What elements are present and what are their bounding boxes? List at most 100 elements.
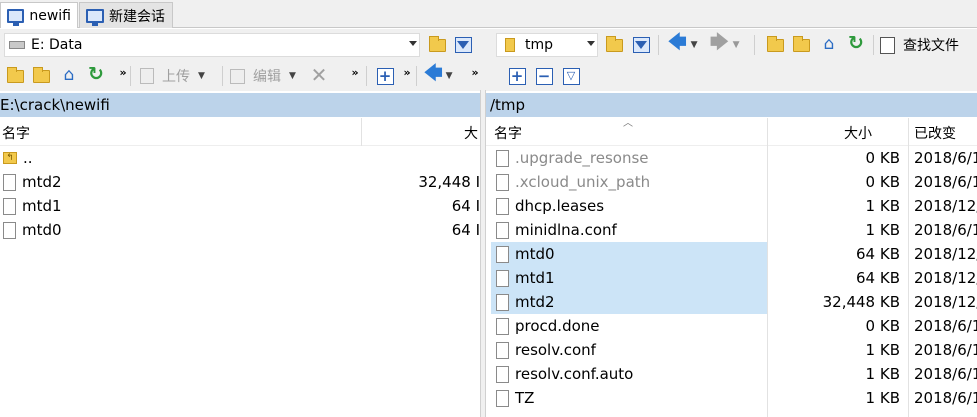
- file-icon: [496, 173, 509, 191]
- chevron-down-icon: ▼: [732, 40, 740, 50]
- overflow-chevron-icon: »: [351, 65, 359, 79]
- right-file-row[interactable]: TZ 1 KB 2018/6/1: [486, 386, 977, 410]
- left-overflow-button-2[interactable]: »: [344, 61, 366, 83]
- left-refresh-button[interactable]: ↻: [85, 63, 107, 85]
- right-select-filter-button[interactable]: ▽: [560, 65, 582, 87]
- left-root-dir-button[interactable]: [30, 65, 52, 87]
- right-file-row[interactable]: mtd0 64 KB 2018/12/: [486, 242, 977, 266]
- right-refresh-button[interactable]: ↻: [845, 32, 867, 54]
- file-modified: 2018/12/: [914, 293, 977, 311]
- file-name: minidlna.conf: [515, 221, 617, 239]
- refresh-icon: ↻: [848, 32, 864, 54]
- upload-button[interactable]: 上传 ▼: [140, 64, 205, 88]
- right-parent-dir-button[interactable]: [764, 34, 786, 56]
- file-name: TZ: [515, 389, 535, 407]
- file-name: ..: [23, 149, 33, 167]
- left-row-mtd2[interactable]: mtd2 32,448 I: [0, 170, 480, 194]
- left-row-mtd1[interactable]: mtd1 64 I: [0, 194, 480, 218]
- refresh-icon: ↻: [88, 63, 104, 85]
- file-size: 1 KB: [865, 341, 900, 359]
- open-folder-button[interactable]: [426, 34, 448, 56]
- parent-dir-icon: ↰: [3, 152, 17, 164]
- file-size: 64 KB: [856, 269, 900, 287]
- chevron-down-icon: [409, 41, 417, 46]
- right-collapse-button[interactable]: −: [533, 65, 555, 87]
- right-dir-label: tmp: [525, 37, 554, 53]
- right-filter-button[interactable]: [630, 34, 652, 56]
- file-name: resolv.conf.auto: [515, 365, 634, 383]
- left-path-bar[interactable]: E:\crack\newifi: [0, 93, 480, 117]
- tab-new-session[interactable]: 新建会话: [79, 2, 173, 28]
- left-overflow-button-3[interactable]: »: [396, 61, 418, 83]
- chevron-down-icon: [587, 41, 595, 46]
- find-files-icon: [880, 36, 895, 54]
- right-list-header: 名字 ︿ 大小 已改变: [486, 118, 977, 146]
- find-files-label: 查找文件: [903, 38, 959, 54]
- file-icon: [496, 269, 509, 287]
- edit-button[interactable]: 编辑 ▼: [230, 64, 296, 88]
- file-modified: 2018/6/1: [914, 389, 977, 407]
- right-directory-select[interactable]: tmp: [496, 33, 598, 57]
- tab-label: 新建会话: [109, 8, 165, 25]
- file-size: 1 KB: [865, 365, 900, 383]
- left-row-parent[interactable]: ↰ ..: [0, 146, 480, 170]
- delete-x-icon: ✕: [310, 63, 328, 87]
- right-file-row[interactable]: .upgrade_resonse 0 KB 2018/6/1: [486, 146, 977, 170]
- left-col-size[interactable]: 大: [464, 123, 478, 143]
- file-modified: 2018/6/1: [914, 317, 977, 335]
- right-path-bar[interactable]: /tmp: [486, 93, 977, 117]
- right-root-dir-button[interactable]: [790, 34, 812, 56]
- toolbar-separator: [658, 35, 659, 55]
- right-back-button[interactable]: 🡄 ▼: [668, 32, 698, 57]
- file-name: dhcp.leases: [515, 197, 605, 215]
- file-icon: [496, 389, 509, 407]
- right-open-folder-button[interactable]: [603, 34, 625, 56]
- left-parent-dir-button[interactable]: [4, 65, 26, 87]
- file-size: 0 KB: [865, 317, 900, 335]
- file-icon: [496, 149, 509, 167]
- file-size: 32,448 KB: [822, 293, 900, 311]
- find-files-button[interactable]: 查找文件: [880, 33, 959, 57]
- right-file-row[interactable]: mtd2 32,448 KB 2018/12/: [486, 290, 977, 314]
- right-home-button[interactable]: ⌂: [818, 33, 840, 55]
- left-col-name[interactable]: 名字: [2, 123, 30, 143]
- left-home-button[interactable]: ⌂: [58, 64, 80, 86]
- file-size: 32,448 I: [418, 173, 480, 191]
- left-overflow-button-4[interactable]: »: [464, 61, 486, 83]
- file-modified: 2018/6/1: [914, 149, 977, 167]
- right-file-row[interactable]: dhcp.leases 1 KB 2018/12/: [486, 194, 977, 218]
- left-filter-button[interactable]: [452, 34, 474, 56]
- right-new-button[interactable]: +: [506, 65, 528, 87]
- file-size: 1 KB: [865, 221, 900, 239]
- parent-folder-icon: [6, 66, 24, 83]
- left-new-button[interactable]: +: [374, 65, 396, 87]
- file-icon: [496, 245, 509, 263]
- right-file-row[interactable]: resolv.conf.auto 1 KB 2018/6/1: [486, 362, 977, 386]
- left-back-button[interactable]: 🡄 ▼: [424, 63, 453, 88]
- right-forward-button[interactable]: 🡆 ▼: [710, 32, 740, 57]
- left-drive-select[interactable]: E: Data: [4, 33, 420, 57]
- right-col-size[interactable]: 大小: [844, 123, 872, 143]
- file-size: 64 I: [451, 221, 480, 239]
- right-file-row[interactable]: resolv.conf 1 KB 2018/6/1: [486, 338, 977, 362]
- home-icon: ⌂: [823, 34, 835, 54]
- file-size: 64 KB: [856, 245, 900, 263]
- edit-icon: [230, 68, 245, 84]
- overflow-chevron-icon: »: [471, 65, 479, 79]
- root-folder-icon: [792, 35, 810, 52]
- left-row-mtd0[interactable]: mtd0 64 I: [0, 218, 480, 242]
- tab-newifi[interactable]: newifi: [0, 2, 78, 28]
- chevron-down-icon: ▼: [198, 71, 205, 81]
- monitor-icon: [86, 8, 104, 26]
- file-name: .xcloud_unix_path: [515, 173, 651, 191]
- delete-button[interactable]: ✕: [308, 63, 330, 87]
- right-file-row[interactable]: procd.done 0 KB 2018/6/1: [486, 314, 977, 338]
- right-file-row[interactable]: .xcloud_unix_path 0 KB 2018/6/1: [486, 170, 977, 194]
- right-file-row[interactable]: minidlna.conf 1 KB 2018/6/1: [486, 218, 977, 242]
- right-col-name[interactable]: 名字: [494, 123, 522, 143]
- column-divider[interactable]: [361, 118, 362, 146]
- file-name: mtd0: [515, 245, 555, 263]
- right-file-row[interactable]: mtd1 64 KB 2018/12/: [486, 266, 977, 290]
- session-tab-bar: newifi 新建会话: [0, 0, 977, 28]
- right-col-modified[interactable]: 已改变: [914, 123, 956, 143]
